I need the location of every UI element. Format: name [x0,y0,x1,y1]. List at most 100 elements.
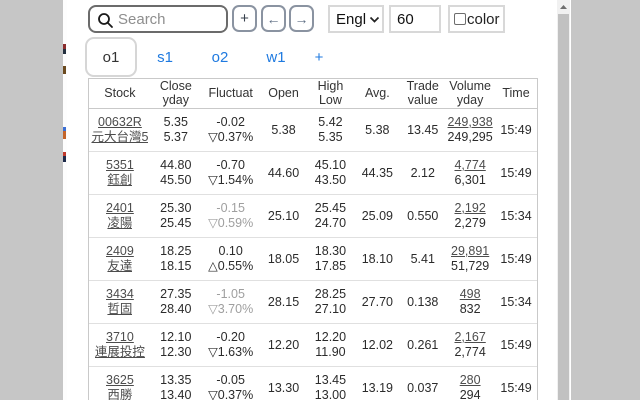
color-checkbox-label: color [467,10,500,28]
tab-w1[interactable]: w1 [255,37,297,77]
back-button[interactable]: ← [261,5,286,32]
header-time: Time [495,79,537,108]
volume-link[interactable]: 280 [460,373,481,388]
language-select[interactable]: Engl [328,5,384,33]
high-low-cell: 12.20 11.90 [307,324,355,366]
vertical-scrollbar[interactable] [557,0,570,400]
avg-value: 27.70 [361,294,393,309]
table-row: 2401 凌陽 25.30 25.45 -0.15 ▽0.59% 25.10 25.4… [89,195,537,238]
stock-name-link[interactable]: 鈺創 [107,173,132,188]
time-cell: 15:49 [495,324,537,366]
low-value: 5.35 [318,130,343,144]
low-value: 43.50 [314,173,347,187]
tab-add[interactable]: + [306,37,332,77]
header-open: Open [261,79,307,108]
open-value: 13.30 [267,380,300,395]
language-select-value: Engl [336,10,367,28]
avg-cell: 44.35 [354,152,400,194]
open-value: 5.38 [271,122,296,137]
stock-name-link[interactable]: 連展投控 [95,345,145,360]
stock-name-link[interactable]: 友達 [107,259,132,274]
trade-value: 0.037 [407,380,439,395]
change-value: -0.70 [216,158,245,172]
forward-button[interactable]: → [289,5,314,32]
stock-code-link[interactable]: 2401 [106,201,134,216]
close-value: 25.30 [160,201,192,215]
volume-link[interactable]: 2,167 [454,330,485,345]
header-label: yday [456,92,484,107]
stock-name-link[interactable]: 凌陽 [107,216,132,231]
stock-cell: 2401 凌陽 [89,195,151,237]
close-cell: 25.30 25.45 [151,195,201,237]
high-value: 28.25 [314,287,347,301]
change-percent: ▽0.37% [208,388,254,400]
stock-code-link[interactable]: 00632R [98,115,142,130]
volume-link[interactable]: 4,774 [454,158,485,173]
page-fragment [63,66,66,74]
tab-o1[interactable]: o1 [85,37,137,77]
stock-cell: 3710 連展投控 [89,324,151,366]
volume-link[interactable]: 29,891 [451,244,489,259]
volume-cell: 2,167 2,774 [445,324,495,366]
tab-o2[interactable]: o2 [200,37,240,77]
close-cell: 12.10 12.30 [151,324,201,366]
change-percent: △0.55% [208,259,254,273]
yday-volume-value: 294 [459,388,481,400]
stock-code-link[interactable]: 5351 [106,158,134,173]
change-value: 0.10 [218,244,243,258]
yday-volume-value: 832 [459,302,481,316]
tab-s1[interactable]: s1 [145,37,185,77]
fluct-cell: 0.10 △0.55% [201,238,261,280]
change-value: -0.02 [216,115,245,129]
header-label: High [317,79,344,93]
change-percent: ▽3.70% [208,302,254,316]
table-row: 3710 連展投控 12.10 12.30 -0.20 ▽1.63% 12.20 12… [89,324,537,367]
stock-code-link[interactable]: 2409 [106,244,134,259]
time-value: 15:34 [500,208,532,223]
open-value: 28.15 [267,294,300,309]
fluct-cell: -0.15 ▽0.59% [201,195,261,237]
page-fragment [63,156,66,162]
close-cell: 18.25 18.15 [151,238,201,280]
open-value: 44.60 [267,165,300,180]
stock-cell: 2409 友達 [89,238,151,280]
header-label: Close [159,79,192,93]
high-value: 13.45 [314,373,347,387]
stock-name-link[interactable]: 元大台灣5 [91,130,148,145]
stock-name-link[interactable]: 哲固 [107,302,132,317]
color-checkbox[interactable] [454,13,466,25]
avg-cell: 13.19 [354,367,400,400]
volume-cell: 2,192 2,279 [445,195,495,237]
header-label: Low [318,92,342,107]
color-toggle[interactable]: color [448,5,505,33]
volume-cell: 280 294 [445,367,495,400]
table-header: Stock Close yday Fluctuat Open High Low Av… [89,79,537,109]
header-label: Time [502,85,530,100]
open-cell: 44.60 [261,152,307,194]
interval-input[interactable] [389,5,441,33]
volume-link[interactable]: 2,192 [454,201,485,216]
table-row: 3625 西勝 13.35 13.40 -0.05 ▽0.37% 13.30 13.4… [89,367,537,400]
volume-link[interactable]: 498 [460,287,481,302]
volume-link[interactable]: 249,938 [448,115,493,130]
stock-code-link[interactable]: 3710 [106,330,134,345]
avg-cell: 27.70 [354,281,400,323]
header-label: Trade [406,79,439,93]
high-low-cell: 25.45 24.70 [307,195,355,237]
stock-name-link[interactable]: 西勝 [107,388,132,400]
scrollbar-thumb[interactable] [558,14,569,400]
close-value: 18.25 [160,244,192,258]
search-input[interactable] [118,8,224,30]
chevron-down-icon [369,16,380,23]
stock-code-link[interactable]: 3434 [106,287,134,302]
time-value: 15:49 [500,380,532,395]
table-row: 2409 友達 18.25 18.15 0.10 △0.55% 18.05 18.30… [89,238,537,281]
volume-cell: 4,774 6,301 [445,152,495,194]
stock-code-link[interactable]: 3625 [106,373,134,388]
avg-value: 25.09 [361,208,393,223]
yday-close-value: 45.50 [160,173,192,187]
scroll-up-button[interactable] [557,0,570,13]
fluct-cell: -0.05 ▽0.37% [201,367,261,400]
time-value: 15:49 [500,251,532,266]
add-button[interactable]: + [232,5,257,32]
